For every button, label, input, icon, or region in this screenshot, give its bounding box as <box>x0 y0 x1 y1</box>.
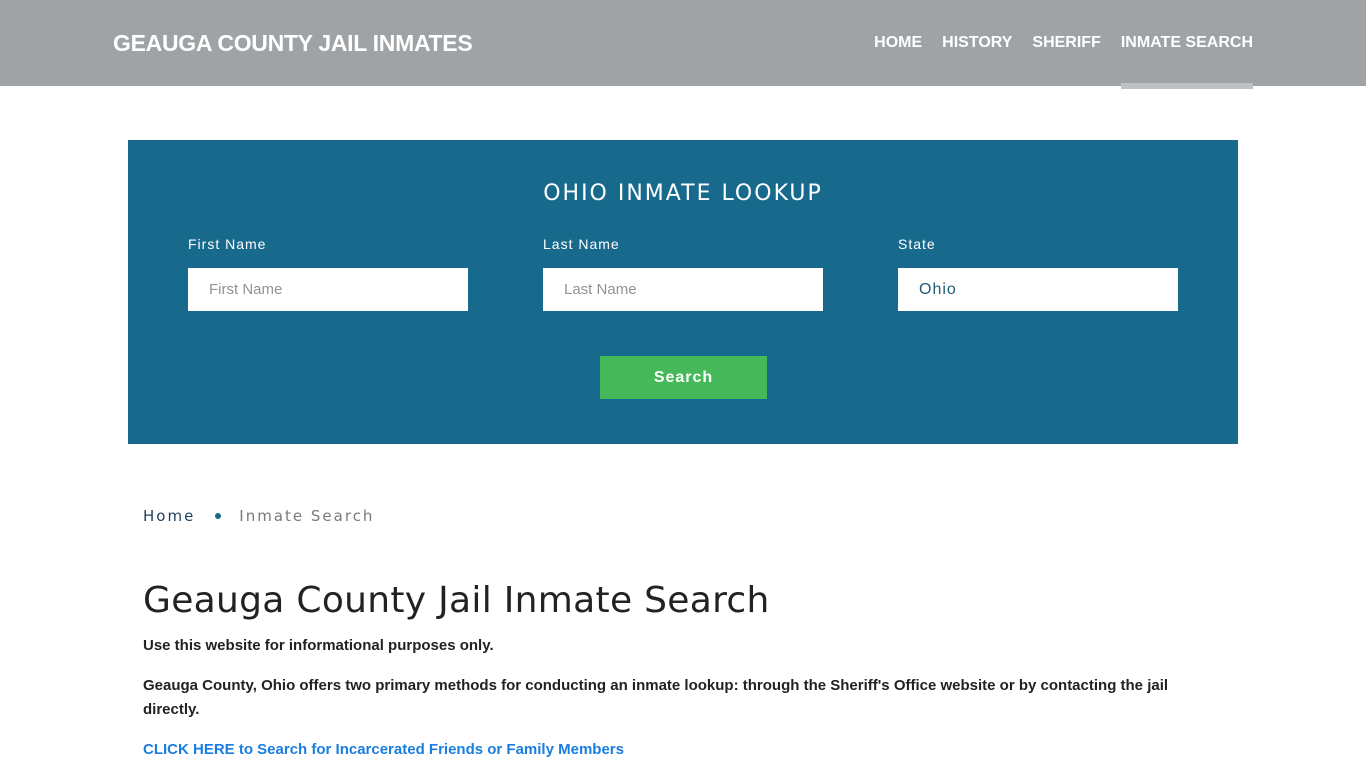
first-name-input[interactable] <box>188 268 468 311</box>
site-header: GEAUGA COUNTY JAIL INMATES HOME HISTORY … <box>0 0 1366 89</box>
last-name-input[interactable] <box>543 268 823 311</box>
page-title: Geauga County Jail Inmate Search <box>143 580 770 621</box>
breadcrumb-separator-icon <box>215 513 222 519</box>
first-name-label: First Name <box>188 236 267 252</box>
state-group: State <box>898 236 1178 311</box>
breadcrumb: Home Inmate Search <box>143 507 374 525</box>
search-inmates-link[interactable]: CLICK HERE to Search for Incarcerated Fr… <box>143 738 624 762</box>
state-label: State <box>898 236 936 252</box>
inmate-lookup-panel: OHIO INMATE LOOKUP First Name Last Name … <box>128 140 1238 444</box>
nav-sheriff[interactable]: SHERIFF <box>1032 34 1100 89</box>
first-name-group: First Name <box>188 236 468 311</box>
breadcrumb-home[interactable]: Home <box>143 507 195 525</box>
nav-inmate-search[interactable]: INMATE SEARCH <box>1120 34 1254 89</box>
main-nav: HOME HISTORY SHERIFF INMATE SEARCH <box>854 34 1254 89</box>
last-name-label: Last Name <box>543 236 620 252</box>
nav-home[interactable]: HOME <box>874 34 922 89</box>
search-button[interactable]: Search <box>600 356 767 399</box>
state-input[interactable] <box>898 268 1178 311</box>
site-brand-link[interactable]: GEAUGA COUNTY JAIL INMATES <box>113 30 473 57</box>
disclaimer-text: Use this website for informational purpo… <box>143 637 494 654</box>
lookup-title: OHIO INMATE LOOKUP <box>543 181 823 206</box>
last-name-group: Last Name <box>543 236 823 311</box>
breadcrumb-current: Inmate Search <box>239 507 375 525</box>
intro-paragraph: Geauga County, Ohio offers two primary m… <box>143 677 1169 718</box>
nav-history[interactable]: HISTORY <box>942 34 1012 89</box>
